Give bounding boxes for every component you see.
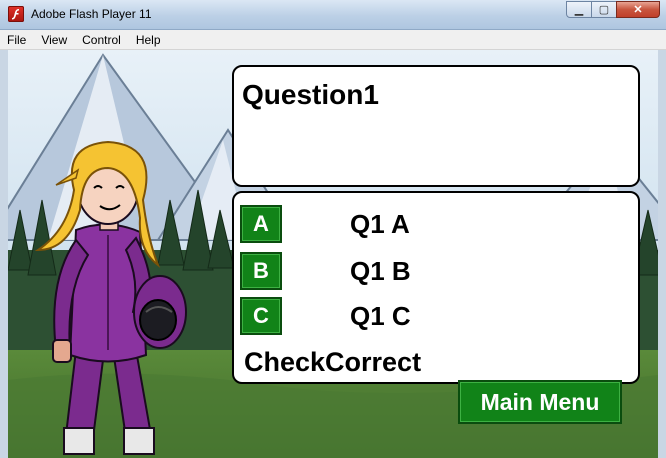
window-title: Adobe Flash Player 11 [31,7,152,21]
choice-b-text: Q1 B [350,256,411,286]
window-controls: ▁ ▢ ✕ [566,1,660,19]
menu-control[interactable]: Control [75,33,129,47]
menu-file[interactable]: File [0,33,34,47]
maximize-button[interactable]: ▢ [591,1,617,18]
close-icon: ✕ [633,4,643,16]
question-panel: Question1 [232,65,640,187]
minimize-icon: ▁ [574,4,584,16]
choice-c-button[interactable]: C [240,297,282,335]
window-titlebar[interactable]: Adobe Flash Player 11 ▁ ▢ ✕ [0,0,666,30]
minimize-button[interactable]: ▁ [566,1,592,18]
choice-c-text: Q1 C [350,301,411,331]
close-button[interactable]: ✕ [616,1,660,18]
choice-b-button[interactable]: B [240,252,282,290]
flash-stage[interactable]: Question1 A Q1 A B Q1 B C Q1 C CheckCorr… [8,50,658,458]
choice-a-button[interactable]: A [240,205,282,243]
question-text: Question1 [242,79,379,110]
check-correct-text: CheckCorrect [244,347,422,377]
flash-player-icon [8,6,24,22]
menu-bar: File View Control Help [0,30,666,50]
maximize-icon: ▢ [598,4,610,16]
menu-view[interactable]: View [34,33,75,47]
choice-a-text: Q1 A [350,209,410,239]
menu-help[interactable]: Help [129,33,169,47]
main-menu-button[interactable]: Main Menu [458,380,622,424]
answer-panel: A Q1 A B Q1 B C Q1 C CheckCorrect [232,191,640,384]
